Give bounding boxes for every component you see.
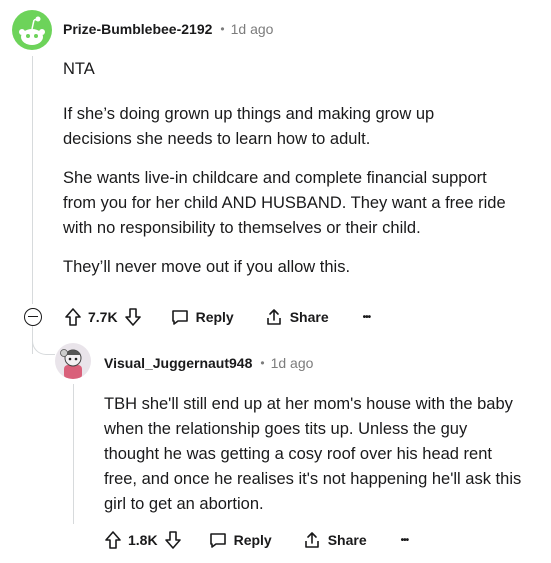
thread-connector (32, 330, 55, 355)
reply-label: Reply (195, 309, 234, 325)
share-button[interactable]: Share (302, 530, 367, 550)
vote-count: 1.8K (128, 532, 158, 548)
comment-timestamp[interactable]: 1d ago (231, 21, 274, 37)
more-options-button[interactable]: ••• (363, 312, 371, 323)
snoo-avatar-icon (19, 16, 45, 45)
vote-group: 7.7K (64, 307, 142, 327)
meta-separator: • (220, 22, 225, 36)
comment-meta: Visual_Juggernaut948 • 1d ago (104, 355, 313, 371)
comment-bubble-icon (171, 310, 188, 325)
comment-paragraph: If she’s doing grown up things and makin… (63, 105, 435, 148)
share-label: Share (327, 532, 367, 548)
more-options-icon: ••• (362, 311, 371, 323)
comment-meta: Prize-Bumblebee-2192 • 1d ago (63, 21, 273, 37)
avatar[interactable] (12, 10, 52, 50)
downvote-icon[interactable] (124, 307, 142, 327)
comment-author[interactable]: Prize-Bumblebee-2192 (63, 21, 212, 37)
collapse-thread-button[interactable] (24, 308, 42, 326)
vote-group: 1.8K (104, 530, 182, 550)
comment-body: TBH she'll still end up at her mom's hou… (104, 392, 524, 529)
share-icon (304, 532, 319, 548)
share-label: Share (289, 309, 329, 325)
thread-line (32, 56, 33, 304)
reply-label: Reply (233, 532, 272, 548)
comment-author[interactable]: Visual_Juggernaut948 (104, 355, 252, 371)
upvote-icon[interactable] (104, 530, 122, 550)
comment-actions: 1.8K Reply Share ••• (104, 530, 409, 550)
upvote-icon[interactable] (64, 307, 82, 327)
share-icon (266, 309, 281, 325)
comment-paragraph: They’ll never move out if you allow this… (63, 258, 351, 276)
reply-button[interactable]: Reply (170, 307, 234, 327)
more-options-button[interactable]: ••• (401, 535, 409, 546)
thread-line-child (73, 384, 74, 524)
more-options-icon: ••• (400, 534, 409, 546)
comment-bubble-icon (209, 533, 226, 548)
comment-paragraph: NTA (63, 60, 95, 78)
reply-button[interactable]: Reply (208, 530, 272, 550)
comment-actions: 7.7K Reply Share ••• (64, 307, 371, 327)
downvote-icon[interactable] (164, 530, 182, 550)
comment-body: NTA If she’s doing grown up things and m… (63, 57, 533, 292)
vote-count: 7.7K (88, 309, 118, 325)
user-avatar-icon (60, 349, 82, 379)
comment-paragraph: She wants live-in childcare and complete… (63, 169, 506, 237)
share-button[interactable]: Share (264, 307, 329, 327)
meta-separator: • (260, 356, 265, 370)
comment-timestamp[interactable]: 1d ago (271, 355, 314, 371)
comment-paragraph: TBH she'll still end up at her mom's hou… (104, 395, 522, 513)
avatar[interactable] (55, 343, 91, 379)
